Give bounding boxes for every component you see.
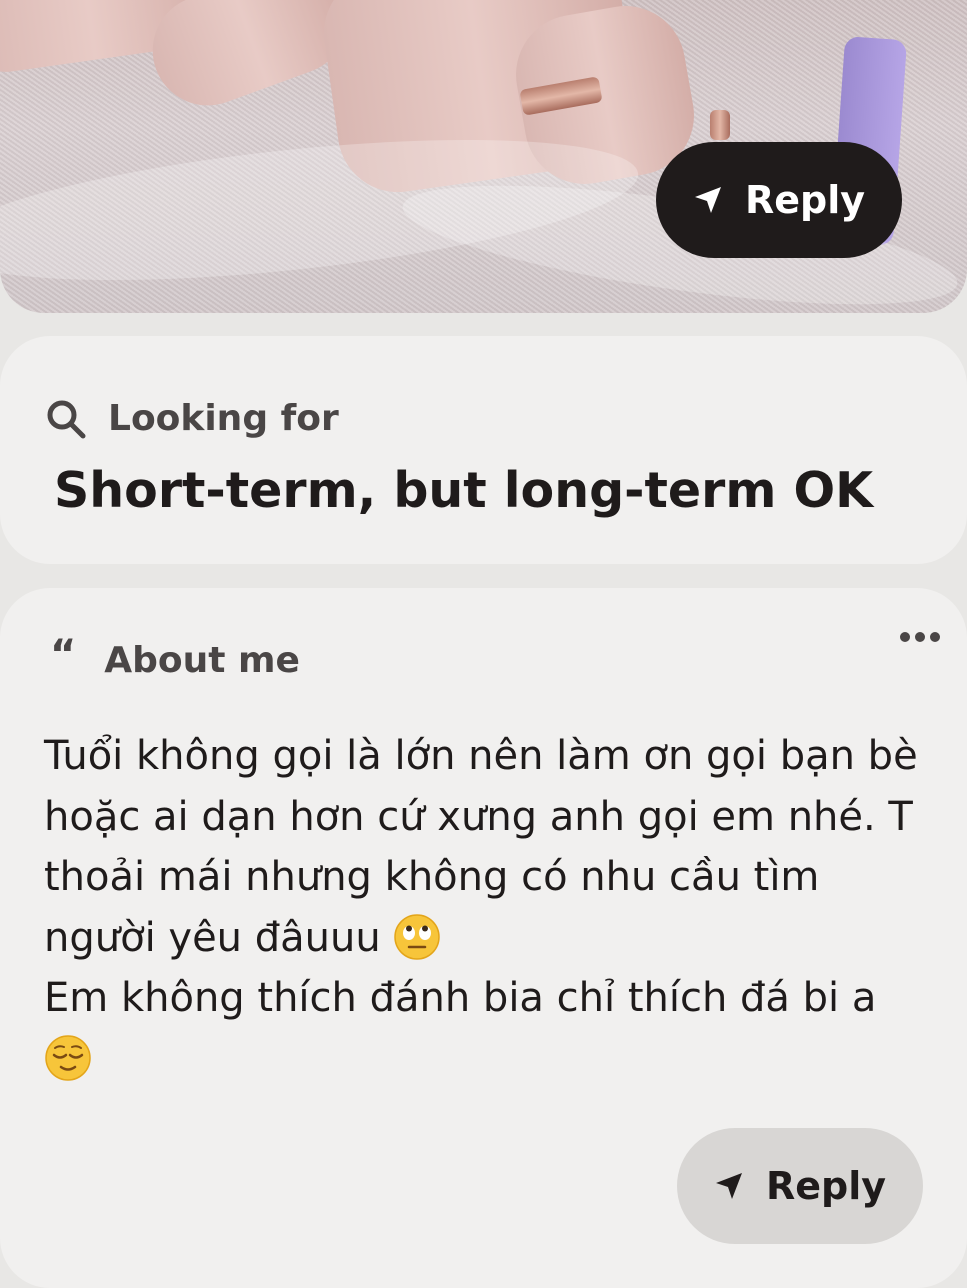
eye-roll-emoji <box>394 913 441 960</box>
bio-line-1: Tuổi không gọi là lớn nên làm ơn gọi bạn… <box>44 733 918 961</box>
about-me-label: About me <box>104 640 300 681</box>
more-icon[interactable] <box>900 632 940 642</box>
bio-paragraph-2: Em không thích đánh bia chỉ thích đá bi … <box>44 968 924 1089</box>
more-dot <box>930 632 940 642</box>
photo-reply-label: Reply <box>744 178 866 222</box>
relieved-emoji <box>45 1034 91 1081</box>
looking-for-value: Short-term, but long-term OK <box>54 462 874 519</box>
bio-paragraph-1: Tuổi không gọi là lớn nên làm ơn gọi bạn… <box>44 726 924 968</box>
bio-line-2: Em không thích đánh bia chỉ thích đá bi … <box>44 975 877 1021</box>
more-dot <box>900 632 910 642</box>
about-me-text: Tuổi không gọi là lớn nên làm ơn gọi bạn… <box>44 726 924 1089</box>
about-me-reply-label: Reply <box>765 1164 887 1208</box>
search-icon <box>47 400 86 438</box>
looking-for-header: Looking for <box>46 398 339 439</box>
photo-reply-button[interactable]: Reply <box>656 142 902 258</box>
send-icon <box>715 1173 742 1199</box>
about-me-reply-button[interactable]: Reply <box>677 1128 923 1244</box>
photo-ring <box>710 110 730 140</box>
about-me-header: “ About me <box>50 635 300 682</box>
looking-for-label: Looking for <box>108 398 339 439</box>
quote-icon: “ <box>50 631 77 678</box>
looking-for-card <box>0 336 967 564</box>
send-icon <box>694 187 721 213</box>
more-dot <box>915 632 925 642</box>
